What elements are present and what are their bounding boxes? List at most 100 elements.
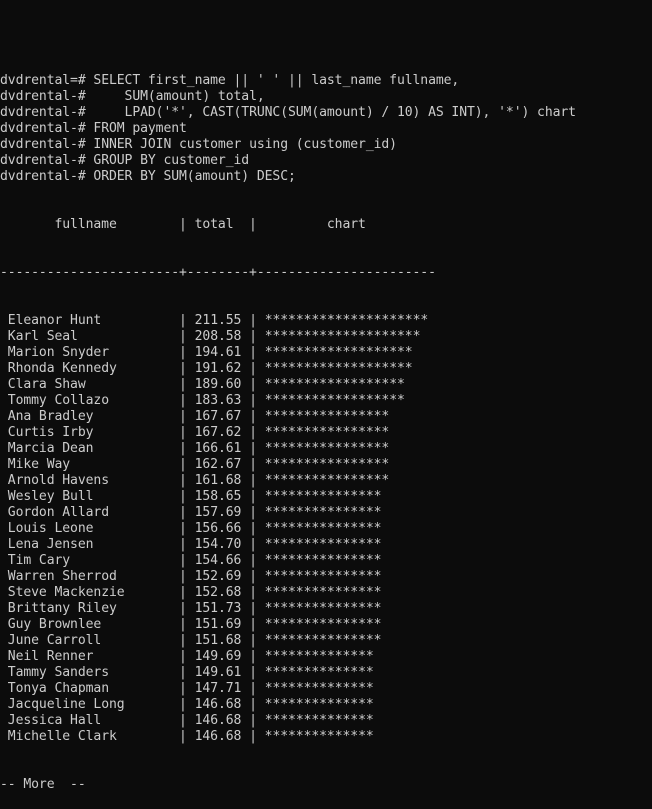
column-divider: | [241,537,265,552]
table-row: Karl Seal | 208.58 | *******************… [0,329,652,345]
column-divider: | [241,441,265,456]
column-divider: | [179,553,195,568]
psql-prompt: dvdrental-# [0,169,94,184]
psql-prompt: dvdrental-# [0,153,94,168]
cell-chart-bar: ****************** [264,377,405,392]
cell-chart-bar: **************** [264,409,390,424]
cell-chart-bar: ************** [264,681,374,696]
cell-chart-bar: **************** [264,473,390,488]
column-divider: | [179,313,195,328]
cell-chart-bar: *************** [264,537,382,552]
cell-chart-bar: **************** [264,441,390,456]
table-row: Arnold Havens | 161.68 | ***************… [0,473,652,489]
table-row: Ana Bradley | 167.67 | **************** [0,409,652,425]
column-divider: | [241,521,265,536]
column-divider: | [241,409,265,424]
column-divider: | [179,345,195,360]
column-divider: | [241,345,265,360]
table-row: Clara Shaw | 189.60 | ****************** [0,377,652,393]
cell-total: 157.69 [194,505,242,520]
column-divider: | [241,425,265,440]
table-row: Lena Jensen | 154.70 | *************** [0,537,652,553]
column-divider: | [179,489,195,504]
column-divider: | [179,633,195,648]
column-divider: | [241,729,265,744]
scrolled-off-line [0,25,652,41]
table-row: Wesley Bull | 158.65 | *************** [0,489,652,505]
cell-fullname: Ana Bradley [7,409,94,424]
table-row: Mike Way | 162.67 | **************** [0,457,652,473]
cell-total: 189.60 [194,377,242,392]
query-line: dvdrental-# LPAD('*', CAST(TRUNC(SUM(amo… [0,105,652,121]
cell-chart-bar: ************** [264,697,374,712]
column-divider: | [241,489,265,504]
cell-fullname: Tonya Chapman [7,681,109,696]
sql-text: ORDER BY SUM(amount) DESC; [93,169,296,184]
table-row: Michelle Clark | 146.68 | ************** [0,729,652,745]
cell-total: 151.73 [194,601,242,616]
cell-fullname: Louis Leone [7,521,94,536]
column-divider: | [241,617,265,632]
sql-text: GROUP BY customer_id [93,153,250,168]
cell-fullname: Gordon Allard [7,505,109,520]
table-row: Eleanor Hunt | 211.55 | ****************… [0,313,652,329]
column-divider: | [241,377,265,392]
column-divider: | [179,441,195,456]
query-line: dvdrental-# ORDER BY SUM(amount) DESC; [0,169,652,185]
cell-total: 158.65 [194,489,242,504]
terminal-window[interactable]: dvdrental=# SELECT first_name || ' ' || … [0,0,652,809]
table-row: Tammy Sanders | 149.61 | ************** [0,665,652,681]
column-divider: | [241,473,265,488]
table-row: Rhonda Kennedy | 191.62 | **************… [0,361,652,377]
psql-prompt: dvdrental-# [0,105,94,120]
cell-fullname: Arnold Havens [7,473,109,488]
query-line: dvdrental-# SUM(amount) total, [0,89,652,105]
column-divider: | [241,569,265,584]
cell-chart-bar: *************** [264,617,382,632]
query-line: dvdrental-# FROM payment [0,121,652,137]
cell-fullname: Lena Jensen [7,537,94,552]
column-divider: | [241,393,265,408]
sql-text: LPAD('*', CAST(TRUNC(SUM(amount) / 10) A… [93,105,577,120]
column-divider: | [179,409,195,424]
cell-fullname: Warren Sherrod [7,569,117,584]
cell-chart-bar: ****************** [264,393,405,408]
column-divider: | [179,329,195,344]
column-divider: | [241,329,265,344]
column-divider: | [179,665,195,680]
cell-total: 167.62 [194,425,242,440]
result-separator: -----------------------+--------+-------… [0,265,436,280]
column-divider: | [179,393,195,408]
column-divider: | [241,713,265,728]
table-row: Tonya Chapman | 147.71 | ************** [0,681,652,697]
cell-total: 211.55 [194,313,242,328]
cell-fullname: Neil Renner [7,649,94,664]
cell-fullname: Steve Mackenzie [7,585,125,600]
pager-more-prompt[interactable]: -- More -- [0,777,652,793]
cell-fullname: Rhonda Kennedy [7,361,117,376]
column-divider: | [241,505,265,520]
cell-chart-bar: ******************** [264,329,421,344]
cell-fullname: Mike Way [7,457,71,472]
cell-total: 167.67 [194,409,242,424]
column-divider: | [179,617,195,632]
column-divider: | [241,601,265,616]
cell-total: 147.71 [194,681,242,696]
table-row: Tim Cary | 154.66 | *************** [0,553,652,569]
cell-fullname: Jacqueline Long [7,697,125,712]
cell-total: 152.68 [194,585,242,600]
table-row: Jacqueline Long | 146.68 | *************… [0,697,652,713]
cell-chart-bar: **************** [264,457,390,472]
column-divider: | [241,361,265,376]
table-row: Brittany Riley | 151.73 | **************… [0,601,652,617]
sql-query: dvdrental=# SELECT first_name || ' ' || … [0,73,652,185]
cell-chart-bar: *************** [264,553,382,568]
cell-fullname: Michelle Clark [7,729,117,744]
cell-total: 151.69 [194,617,242,632]
psql-prompt: dvdrental-# [0,137,94,152]
query-line: dvdrental-# INNER JOIN customer using (c… [0,137,652,153]
cell-fullname: Marcia Dean [7,441,94,456]
column-divider: | [241,697,265,712]
column-divider: | [179,585,195,600]
cell-fullname: Karl Seal [7,329,78,344]
